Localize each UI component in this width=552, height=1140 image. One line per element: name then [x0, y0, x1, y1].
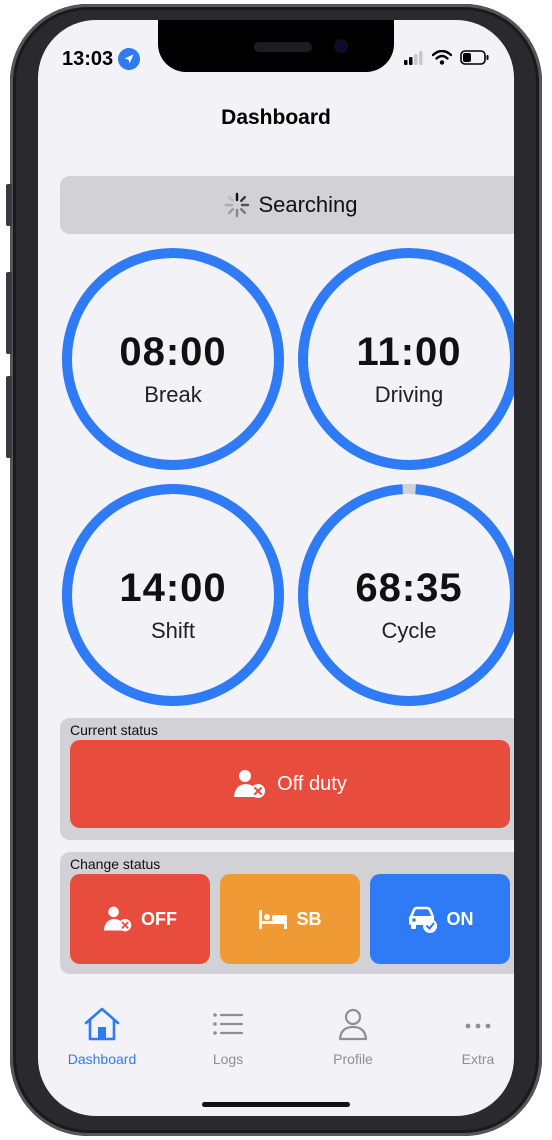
tab-extra-label: Extra [461, 1051, 495, 1067]
tab-profile-label: Profile [333, 1051, 373, 1067]
search-status-bar: Searching [60, 176, 514, 234]
off-button-label: OFF [141, 908, 177, 929]
more-dots-icon [465, 1023, 491, 1029]
driving-label: Driving [374, 382, 444, 407]
current-status-panel: Current status Off duty [60, 718, 514, 840]
list-icon [213, 1013, 244, 1035]
tab-bar: Dashboard Logs Profile Extra [38, 1006, 514, 1086]
front-camera [336, 41, 346, 51]
sb-button-label: SB [296, 908, 322, 929]
car-check-icon [408, 906, 437, 933]
cycle-label: Cycle [381, 618, 437, 643]
tab-profile[interactable]: Profile [303, 1006, 403, 1067]
status-icons [404, 50, 490, 65]
cycle-timer: 68:35 Cycle [296, 482, 514, 708]
shift-value: 14:00 [119, 566, 227, 610]
page-title: Dashboard [221, 106, 331, 129]
volume-up-button [6, 272, 12, 354]
on-button-label: ON [446, 908, 474, 929]
wifi-icon [432, 50, 452, 65]
person-icon [338, 1008, 368, 1041]
break-timer: 08:00 Break [60, 246, 286, 472]
tab-logs-label: Logs [212, 1051, 244, 1067]
home-icon [84, 1007, 120, 1041]
cellular-signal-icon [404, 50, 423, 65]
tab-dashboard-label: Dashboard [67, 1051, 137, 1067]
break-label: Break [144, 382, 202, 407]
location-arrow-icon [118, 48, 140, 70]
shift-timer: 14:00 Shift [60, 482, 286, 708]
spinner-icon [225, 192, 250, 218]
tab-extra[interactable]: Extra [428, 1006, 514, 1067]
off-duty-button[interactable]: OFF [70, 874, 210, 964]
driving-timer: 11:00 Driving [296, 246, 514, 472]
home-indicator [202, 1102, 350, 1107]
volume-down-button [6, 376, 12, 458]
bed-icon [259, 910, 288, 929]
app-screen: 13:03 Dashboard Searching 08:00 Break 11… [38, 20, 514, 1116]
shift-label: Shift [150, 618, 196, 643]
search-status-label: Searching [258, 192, 358, 217]
driving-value: 11:00 [356, 330, 462, 374]
off-duty-icon [103, 906, 132, 932]
notch [158, 20, 394, 72]
on-duty-button[interactable]: ON [370, 874, 510, 964]
off-duty-icon [234, 770, 266, 798]
speaker [254, 42, 312, 52]
current-status-value: Off duty [277, 772, 347, 795]
battery-icon [460, 50, 489, 65]
status-time: 13:03 [62, 48, 114, 70]
sleeper-berth-button[interactable]: SB [220, 874, 360, 964]
change-status-panel: Change status OFF SB ON [60, 852, 514, 974]
tab-dashboard[interactable]: Dashboard [52, 1006, 152, 1067]
current-status-title: Current status [70, 722, 158, 738]
cycle-value: 68:35 [355, 566, 463, 610]
break-value: 08:00 [119, 330, 227, 374]
current-status-display: Off duty [70, 740, 510, 828]
mute-switch [6, 184, 12, 226]
change-status-title: Change status [70, 856, 161, 872]
tab-logs[interactable]: Logs [178, 1006, 278, 1067]
